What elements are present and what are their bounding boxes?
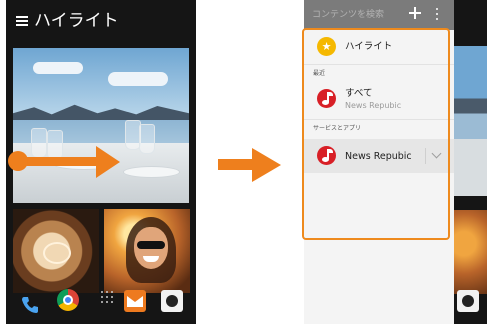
hero-glass xyxy=(47,130,63,160)
phone-icon[interactable] xyxy=(20,295,40,315)
mail-icon[interactable] xyxy=(124,290,146,312)
latte-art xyxy=(43,242,71,264)
highlight-callout-frame xyxy=(302,28,450,240)
tile-portrait-image[interactable] xyxy=(104,209,190,293)
search-input[interactable]: コンテンツを検索 xyxy=(312,9,384,21)
background-tile-peek xyxy=(454,210,487,294)
portrait-sunglasses xyxy=(137,241,165,249)
left-app-header: ハイライト xyxy=(6,0,196,44)
drawer-header: コンテンツを検索 xyxy=(304,0,454,30)
camera-icon[interactable] xyxy=(161,290,183,312)
camera-lens xyxy=(166,295,178,307)
chrome-icon-center xyxy=(63,295,73,305)
hero-highlight-image[interactable] xyxy=(13,48,189,203)
page-title: ハイライト xyxy=(34,11,119,31)
chrome-icon[interactable] xyxy=(57,289,79,311)
camera-icon[interactable] xyxy=(457,290,479,312)
background-hero-peek xyxy=(454,46,487,196)
hero-cloud xyxy=(33,62,83,74)
swipe-arrow-head xyxy=(96,146,120,178)
swipe-arrow-start-dot xyxy=(8,151,28,171)
add-icon[interactable] xyxy=(408,6,422,20)
tile-coffee-image[interactable] xyxy=(13,209,99,293)
hero-glass xyxy=(139,124,155,154)
menu-icon[interactable] xyxy=(16,16,28,27)
hero-cloud xyxy=(108,72,168,86)
transition-arrow-head xyxy=(252,148,281,182)
mail-envelope-flap xyxy=(127,296,143,302)
apps-icon[interactable] xyxy=(101,291,113,309)
hero-plate xyxy=(123,166,180,178)
transition-arrow-shaft xyxy=(218,159,254,170)
hero-glass xyxy=(31,128,47,158)
camera-lens xyxy=(462,295,474,307)
more-icon[interactable] xyxy=(435,8,439,20)
